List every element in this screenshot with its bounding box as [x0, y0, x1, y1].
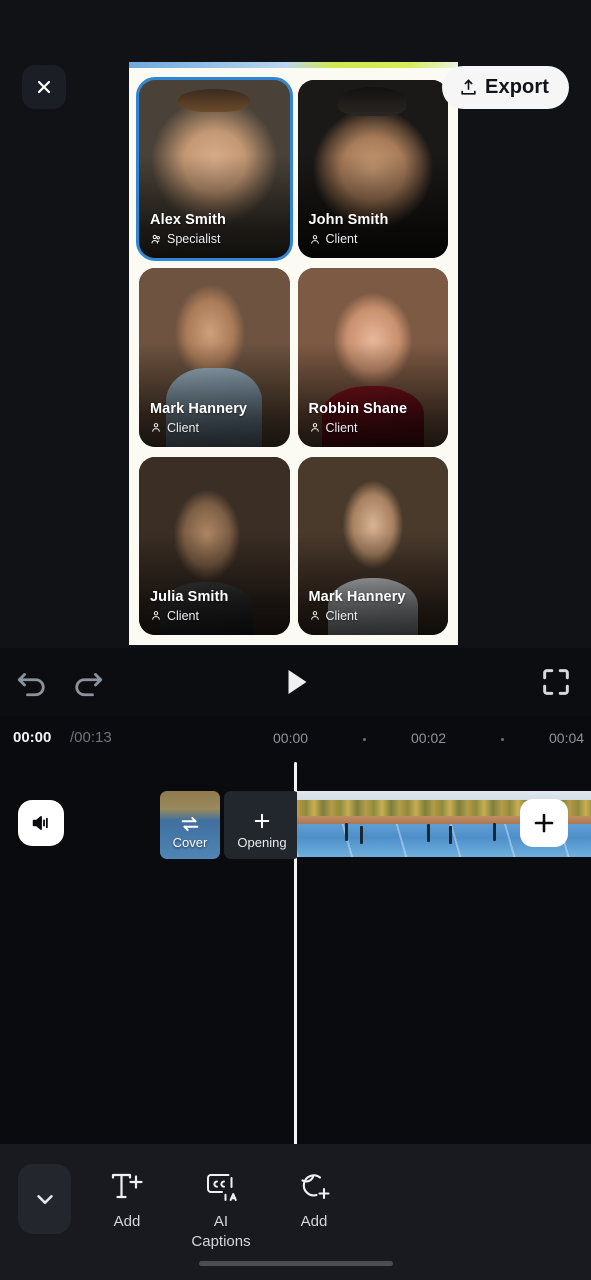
participant-role: Client [325, 232, 358, 247]
opening-clip-label: Opening [237, 835, 287, 850]
plus-icon [534, 813, 554, 833]
plus-icon [254, 813, 270, 829]
current-time: 00:00 [13, 729, 52, 746]
participant-role-row: Client [309, 609, 441, 623]
participant-meta: Mark Hannery Client [150, 400, 282, 435]
export-button[interactable]: Export [442, 66, 569, 109]
undo-button[interactable] [14, 664, 50, 700]
bottom-toolbar: Add AI Captions Add [0, 1144, 591, 1280]
preview-canvas[interactable]: Alex Smith Specialist John Smith Client … [129, 62, 458, 645]
participant-role: Client [167, 420, 199, 435]
sticker-add-icon [296, 1164, 332, 1210]
participant-role-row: Client [150, 609, 282, 623]
volume-icon [32, 816, 48, 830]
participant-card[interactable]: Mark Hannery Client [297, 456, 448, 635]
tool-ai-captions[interactable]: AI Captions [169, 1164, 273, 1252]
person-icon [310, 423, 319, 432]
participant-card[interactable]: Alex Smith Specialist [136, 76, 293, 262]
close-button[interactable] [22, 65, 66, 109]
participant-meta: Alex Smith Specialist [150, 211, 282, 246]
participant-name: Alex Smith [150, 212, 226, 229]
undo-icon [17, 673, 45, 697]
participant-role: Client [325, 608, 358, 623]
participant-role-row: Specialist [150, 232, 282, 246]
fullscreen-button[interactable] [539, 665, 573, 699]
tool-add-sticker[interactable]: Add [262, 1164, 366, 1232]
participant-card[interactable]: Mark Hannery Client [139, 268, 290, 447]
participant-meta: Mark Hannery Client [309, 588, 441, 623]
opening-clip-button[interactable]: Opening [224, 791, 300, 859]
participant-meta: Robbin Shane Client [309, 400, 441, 435]
participant-card[interactable]: Robbin Shane Client [297, 268, 448, 447]
play-button[interactable] [278, 664, 314, 700]
people-icon [151, 234, 160, 244]
participant-name: Julia Smith [150, 588, 229, 605]
timeline-ruler[interactable]: 00:00 /00:13 00:00 00:02 00:04 [0, 716, 591, 762]
text-add-icon [109, 1164, 145, 1210]
participant-name: Mark Hannery [150, 400, 248, 417]
tool-label: AI Captions [191, 1213, 251, 1250]
tool-add-text[interactable]: Add [75, 1164, 179, 1232]
volume-button[interactable] [18, 800, 64, 846]
preview-area: Export Alex Smith Specialist John Smith … [0, 0, 591, 648]
cover-clip[interactable]: Cover [160, 791, 220, 859]
fullscreen-icon [543, 669, 569, 695]
upload-icon [461, 79, 476, 95]
video-editor-screen: Export Alex Smith Specialist John Smith … [0, 0, 591, 1280]
person-icon [310, 234, 319, 244]
participant-role: Client [325, 420, 358, 435]
home-indicator [198, 1261, 393, 1266]
cover-clip-label: Cover [172, 835, 208, 850]
participant-meta: John Smith Client [309, 211, 441, 246]
export-label: Export [485, 76, 549, 98]
participant-name: Mark Hannery [308, 588, 406, 605]
ruler-dot [363, 738, 366, 741]
ruler-tick: 00:00 [273, 730, 309, 746]
timeline[interactable]: 00:00 /00:13 00:00 00:02 00:04 [0, 716, 591, 1280]
participant-role: Client [167, 608, 199, 623]
tool-label: Add [300, 1213, 328, 1230]
play-icon [288, 670, 306, 694]
total-time: /00:13 [70, 729, 112, 746]
ruler-tick: 00:02 [411, 730, 447, 746]
participant-role: Specialist [167, 232, 221, 247]
tool-label: Add [113, 1213, 141, 1230]
participant-grid: Alex Smith Specialist John Smith Client … [136, 76, 448, 635]
participant-name: Robbin Shane [308, 400, 408, 417]
add-clip-button[interactable] [520, 799, 568, 847]
person-icon [310, 611, 319, 621]
redo-icon [75, 673, 103, 697]
playback-controls [0, 648, 591, 716]
cc-ai-icon [203, 1164, 239, 1210]
accent-strip [129, 62, 458, 68]
participant-name: John Smith [308, 212, 389, 229]
participant-role-row: Client [309, 232, 441, 246]
collapse-panel-button[interactable] [18, 1164, 71, 1234]
ruler-dot [501, 738, 504, 741]
participant-card[interactable]: John Smith Client [297, 80, 448, 259]
participant-role-row: Client [150, 421, 282, 435]
ruler-tick: 00:04 [549, 730, 585, 746]
person-icon [152, 611, 160, 621]
participant-card[interactable]: Julia Smith Client [139, 456, 290, 635]
redo-button[interactable] [70, 664, 106, 700]
swap-icon [181, 817, 199, 831]
participant-meta: Julia Smith Client [150, 588, 282, 623]
close-icon [37, 80, 51, 94]
chevron-down-icon [36, 1195, 53, 1205]
participant-role-row: Client [309, 421, 441, 435]
person-icon [152, 423, 160, 432]
